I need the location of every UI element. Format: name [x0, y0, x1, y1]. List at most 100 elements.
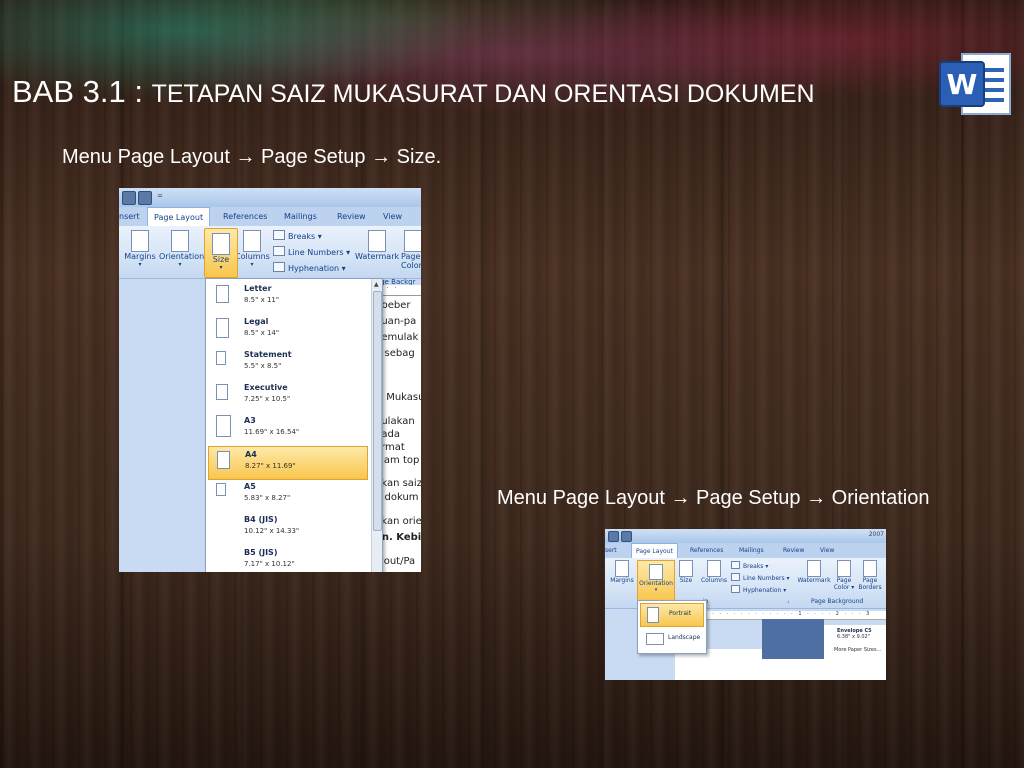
- size-option-a3[interactable]: A3 11.69" x 16.54": [208, 413, 366, 445]
- landscape-icon: [646, 633, 664, 645]
- columns-icon: [707, 560, 721, 577]
- tab-insert[interactable]: sert: [605, 543, 617, 558]
- size-option-statement[interactable]: Statement 5.5" x 8.5": [208, 347, 366, 379]
- size-option-b4[interactable]: B4 (JIS) 10.12" x 14.33": [208, 512, 366, 544]
- orientation-button[interactable]: Orientation ▾: [159, 230, 204, 268]
- tab-references[interactable]: References: [223, 207, 267, 226]
- page-color-button[interactable]: Page Color ▾: [833, 560, 855, 591]
- title-main: TETAPAN SAIZ MUKASURAT DAN ORENTASI DOKU…: [151, 80, 815, 108]
- office-button-icon[interactable]: [122, 191, 136, 205]
- more-paper-sizes[interactable]: More Paper Sizes...: [834, 647, 881, 653]
- orientation-button[interactable]: Orientation ▾: [637, 560, 675, 602]
- size-button[interactable]: Size: [677, 560, 695, 584]
- line-numbers-icon: [273, 246, 285, 256]
- size-menu-screenshot: = nsert Page Layout References Mailings …: [119, 188, 421, 572]
- watermark-icon: [368, 230, 386, 252]
- orientation-menu-screenshot: 2007 sert Page Layout References Mailing…: [605, 529, 886, 680]
- svg-text:W: W: [947, 68, 978, 101]
- tab-review[interactable]: Review: [783, 543, 804, 558]
- qat-separator: =: [157, 192, 163, 200]
- orientation-icon: [171, 230, 189, 252]
- ribbon-page-setup: Margins ▾ Orientation ▾ Columns ▾ Breaks…: [119, 226, 421, 279]
- size-option-letter[interactable]: Letter 8.5" x 11": [208, 281, 366, 313]
- hyphenation-icon: [273, 262, 285, 272]
- watermark-button[interactable]: Watermark: [797, 560, 831, 584]
- office-button-icon[interactable]: [608, 531, 619, 542]
- margins-button[interactable]: Margins ▾: [123, 230, 157, 268]
- size-option-a5[interactable]: A5 5.83" x 8.27": [208, 479, 366, 511]
- line-numbers-button[interactable]: Line Numbers ▾: [273, 246, 350, 257]
- hyphenation-button[interactable]: Hyphenation ▾: [273, 262, 346, 273]
- scroll-up-icon[interactable]: ▲: [374, 281, 379, 288]
- size-option-a4[interactable]: A4 8.27" x 11.69": [208, 446, 368, 480]
- caption-orientation: Menu Page Layout → Page Setup → Orientat…: [497, 487, 930, 509]
- caption-size: Menu Page Layout → Page Setup → Size.: [62, 146, 442, 168]
- slide-title: BAB 3.1 : TETAPAN SAIZ MUKASURAT DAN ORE…: [12, 74, 815, 110]
- ribbon-tabs: nsert Page Layout References Mailings Re…: [119, 207, 421, 227]
- columns-icon: [243, 230, 261, 252]
- envelope-dim: 6.38" x 9.02": [837, 634, 871, 640]
- page-borders-icon: [863, 560, 877, 577]
- hyphenation-button[interactable]: Hyphenation ▾: [731, 585, 786, 594]
- tab-view[interactable]: View: [820, 543, 834, 558]
- size-option-b5[interactable]: B5 (JIS) 7.17" x 10.12": [208, 545, 366, 572]
- tab-page-layout[interactable]: Page Layout: [631, 543, 678, 559]
- columns-button[interactable]: Columns ▾: [235, 230, 270, 268]
- size-option-executive[interactable]: Executive 7.25" x 10.5": [208, 380, 366, 412]
- orientation-option-landscape[interactable]: Landscape: [640, 628, 702, 650]
- portrait-icon: [647, 607, 659, 623]
- page-icon: [216, 384, 228, 400]
- size-dropdown: Letter 8.5" x 11" Legal 8.5" x 14" State…: [205, 278, 383, 572]
- quick-access-toolbar: 2007: [605, 529, 886, 543]
- page-icon: [216, 318, 229, 338]
- ribbon-tabs: sert Page Layout References Mailings Rev…: [605, 543, 886, 559]
- dropdown-scrollbar[interactable]: ▲: [371, 279, 382, 572]
- tab-mailings[interactable]: Mailings: [284, 207, 317, 226]
- page-icon: [217, 451, 230, 469]
- size-icon: [212, 233, 230, 255]
- page-background-group-label: Page Background: [811, 598, 864, 605]
- breaks-icon: [731, 561, 740, 569]
- word-logo-icon: W: [939, 53, 1011, 115]
- page-icon: [216, 285, 229, 303]
- tab-view[interactable]: View: [383, 207, 402, 226]
- size-icon: [679, 560, 693, 577]
- margins-icon: [131, 230, 149, 252]
- hyphenation-icon: [731, 585, 740, 593]
- tab-review[interactable]: Review: [337, 207, 366, 226]
- breaks-button[interactable]: Breaks ▾: [273, 230, 322, 241]
- quick-access-toolbar: =: [119, 188, 421, 207]
- breaks-icon: [273, 230, 285, 240]
- page-color-icon: [404, 230, 421, 252]
- page-color-icon: [837, 560, 851, 577]
- dialog-launcher-icon[interactable]: ⌟: [787, 598, 789, 604]
- tab-references[interactable]: References: [690, 543, 723, 558]
- columns-button[interactable]: Columns: [699, 560, 729, 584]
- scrollbar-thumb[interactable]: [373, 291, 382, 531]
- page-icon: [216, 415, 231, 437]
- orientation-option-portrait[interactable]: Portrait: [640, 603, 704, 627]
- document-selection: [762, 619, 824, 659]
- tab-mailings[interactable]: Mailings: [739, 543, 764, 558]
- margins-icon: [615, 560, 629, 577]
- save-icon[interactable]: [621, 531, 632, 542]
- page-color-button[interactable]: Page Color: [401, 230, 421, 270]
- margins-button[interactable]: Margins: [608, 560, 636, 584]
- page-borders-button[interactable]: Page Borders: [857, 560, 883, 591]
- tab-page-layout[interactable]: Page Layout: [147, 207, 211, 227]
- orientation-icon: [649, 564, 663, 580]
- page-icon: [216, 351, 226, 365]
- page-icon: [216, 483, 226, 496]
- size-option-legal[interactable]: Legal 8.5" x 14": [208, 314, 366, 346]
- window-title: 2007: [868, 531, 884, 538]
- breaks-button[interactable]: Breaks ▾: [731, 561, 768, 570]
- orientation-dropdown: Portrait Landscape: [637, 600, 707, 654]
- title-prefix: BAB 3.1 :: [12, 74, 152, 109]
- line-numbers-icon: [731, 573, 740, 581]
- size-button[interactable]: Size ▾: [204, 228, 238, 278]
- line-numbers-button[interactable]: Line Numbers ▾: [731, 573, 790, 582]
- watermark-button[interactable]: Watermark: [355, 230, 399, 261]
- watermark-icon: [807, 560, 821, 577]
- save-icon[interactable]: [138, 191, 152, 205]
- tab-insert[interactable]: nsert: [119, 207, 140, 226]
